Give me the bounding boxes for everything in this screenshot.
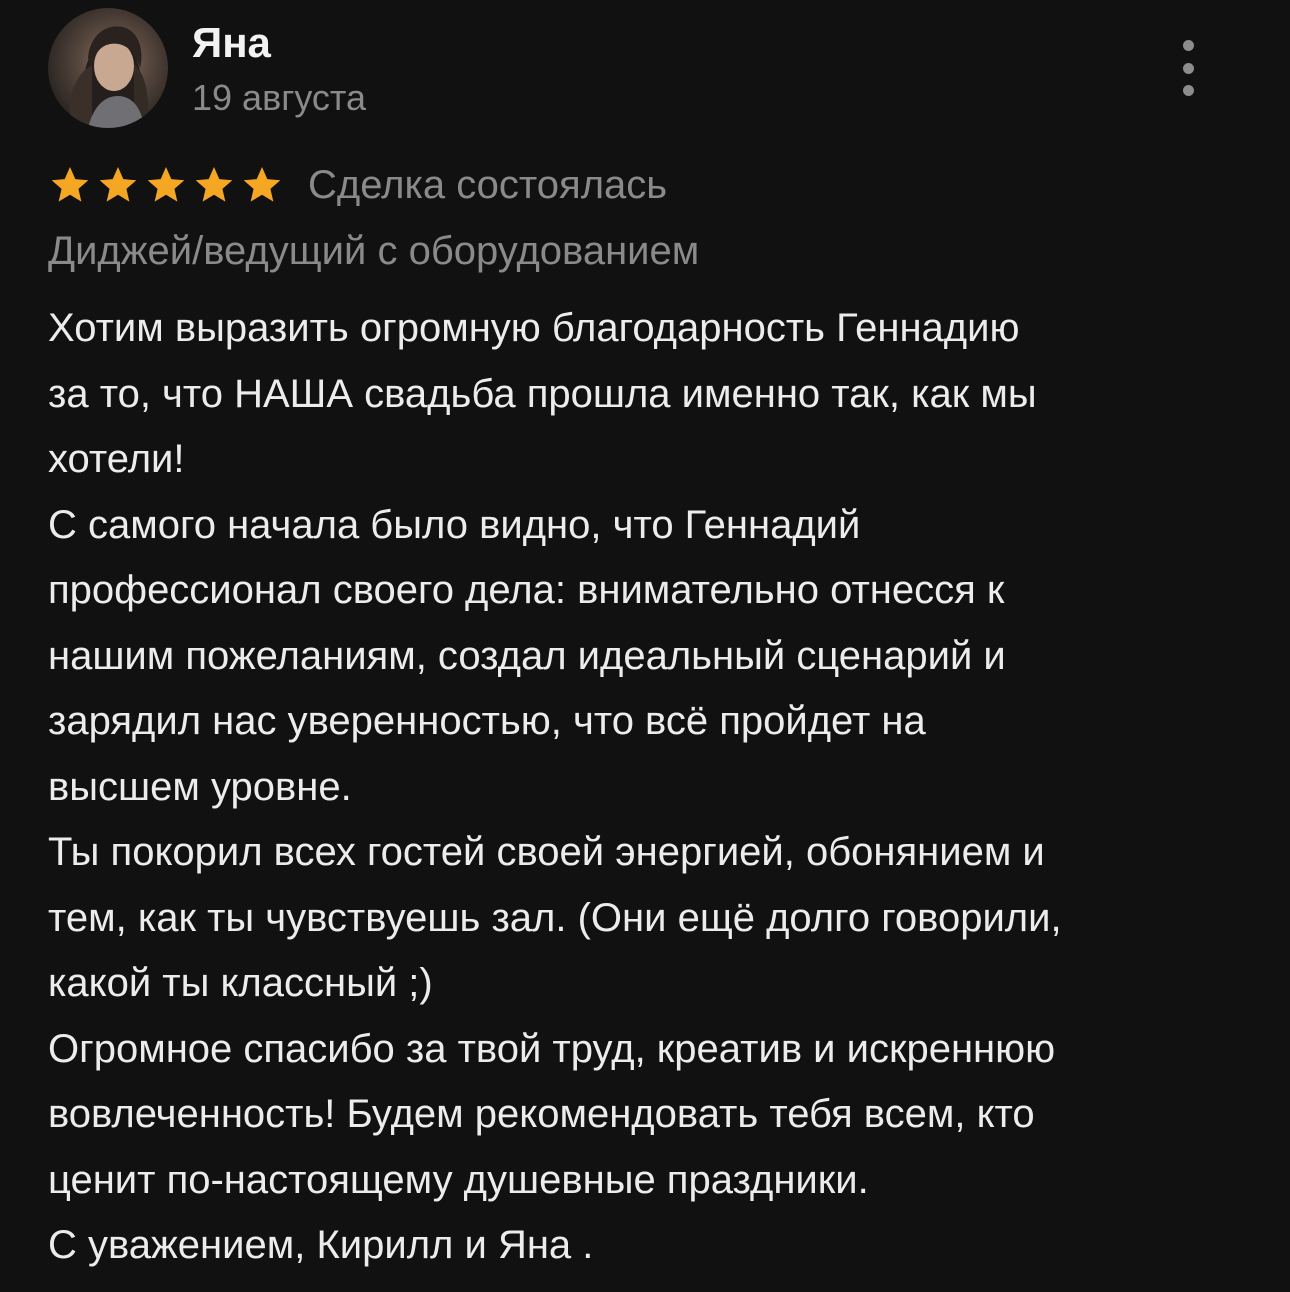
- more-vertical-icon-dot: [1182, 62, 1194, 74]
- service-name: Диджей/ведущий с оборудованием: [48, 229, 700, 273]
- review-text-line: Огромное спасибо за твой труд, креатив и…: [48, 1026, 1056, 1071]
- author-name[interactable]: Яна: [192, 18, 271, 68]
- review-text-line: ценит по-настоящему душевные праздники.: [48, 1157, 869, 1202]
- rating-row: Сделка состоялась: [48, 160, 667, 210]
- review-text-line: вовлеченность! Будем рекомендовать тебя …: [48, 1092, 1035, 1136]
- review-text-line: Ты покорил всех гостей своей энергией, о…: [48, 830, 1045, 874]
- more-options-button[interactable]: [1168, 40, 1208, 96]
- avatar-photo: [70, 26, 149, 128]
- review-text-line: С уважением, Кирилл и Яна .: [48, 1223, 594, 1267]
- star-icon: [144, 163, 188, 207]
- star-rating: [48, 163, 284, 207]
- review-text: Хотим выразить огромную благодарность Ге…: [48, 296, 1248, 1279]
- review-text-line: нашим пожеланиям, создал идеальный сцена…: [48, 633, 1006, 678]
- star-icon: [192, 163, 236, 207]
- review-text-line: какой ты классный ;): [48, 961, 433, 1005]
- review-date: 19 августа: [192, 77, 367, 118]
- star-icon: [48, 163, 92, 207]
- more-vertical-icon: [1182, 40, 1194, 51]
- star-icon: [240, 163, 284, 207]
- review-text-line: С самого начала было видно, что Геннадий: [48, 502, 861, 547]
- review-text-line: Хотим выразить огромную благодарность Ге…: [48, 306, 1020, 350]
- more-vertical-icon-dot: [1182, 85, 1194, 96]
- review-text-line: за то, что НАША свадьба прошла именно та…: [48, 371, 1037, 416]
- review-text-line: профессионал своего дела: внимательно от…: [48, 568, 1005, 612]
- review-text-line: зарядил нас уверенностью, что всё пройде…: [48, 699, 926, 743]
- review-text-line: хотели!: [48, 437, 185, 481]
- star-icon: [96, 163, 140, 207]
- review-card: Яна 19 августа Сделка состоялась Диджей/…: [0, 0, 1290, 1292]
- review-text-line: тем, как ты чувствуешь зал. (Они ещё дол…: [48, 895, 1062, 940]
- deal-status: Сделка состоялась: [308, 163, 668, 207]
- review-text-line: высшем уровне.: [48, 764, 352, 809]
- avatar[interactable]: [48, 8, 168, 128]
